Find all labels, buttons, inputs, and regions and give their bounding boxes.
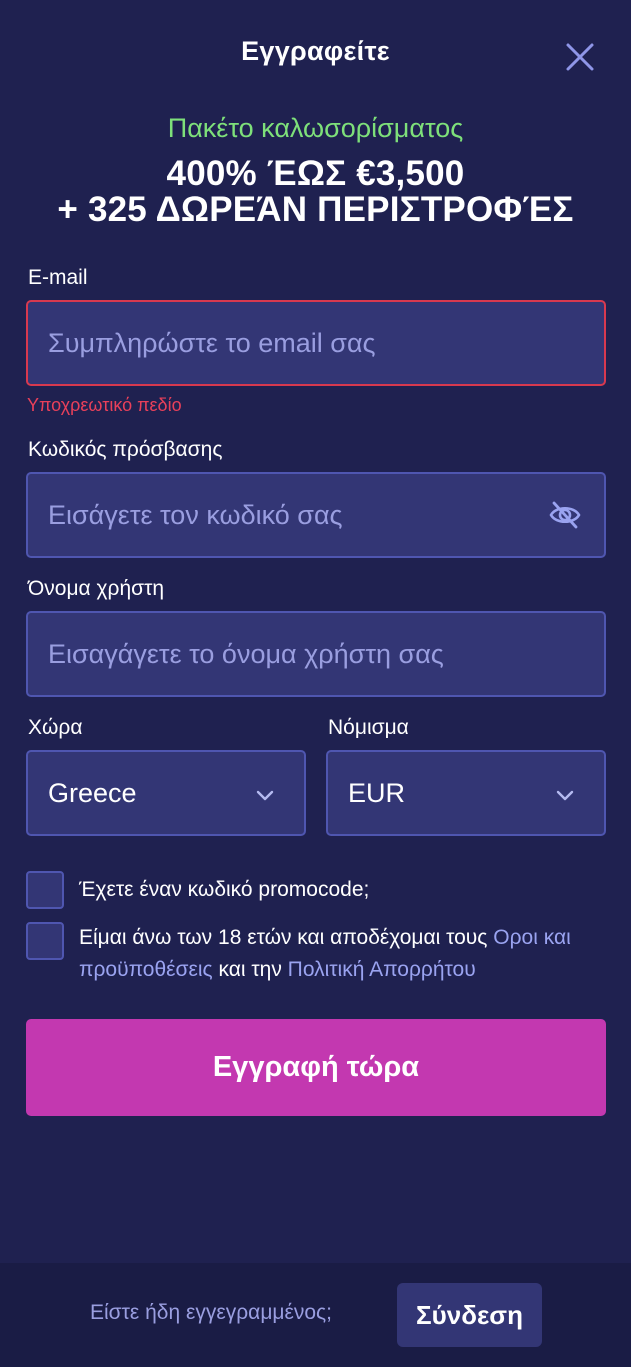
promo-headline: 400% ΈΩΣ €3,500 + 325 ΔΩΡΕΆΝ ΠΕΡΙΣΤΡΟΦΈΣ [0,156,631,228]
page-title: Εγγραφείτε [241,36,390,66]
email-label: E-mail [28,266,88,289]
terms-checkbox[interactable] [26,922,64,960]
currency-select[interactable]: EUR [326,750,606,836]
eye-off-icon[interactable] [548,498,582,532]
email-error-text: Υποχρεωτικό πεδίο [27,395,182,415]
chevron-down-icon [556,790,574,801]
login-button[interactable]: Σύνδεση [397,1283,542,1347]
register-now-button[interactable]: Εγγραφή τώρα [26,1019,606,1116]
username-field[interactable]: Εισαγάγετε το όνομα χρήστη σας [26,611,606,697]
email-field[interactable]: Συμπληρώστε το email σας [26,300,606,386]
country-value: Greece [48,777,137,808]
terms-text-part-2: και την [212,958,288,981]
promocode-label: Έχετε έναν κωδικό promocode; [79,878,370,901]
promo-line-1: 400% ΈΩΣ €3,500 [166,154,465,193]
terms-text: Είμαι άνω των 18 ετών και αποδέχομαι του… [79,922,599,986]
welcome-package-label: Πακέτο καλωσορίσματος [167,113,464,143]
password-field[interactable]: Εισάγετε τον κωδικό σας [26,472,606,558]
email-placeholder: Συμπληρώστε το email σας [48,327,376,358]
password-placeholder: Εισάγετε τον κωδικό σας [48,499,343,530]
chevron-down-icon [256,790,274,801]
promocode-checkbox[interactable] [26,871,64,909]
promo-line-2: + 325 ΔΩΡΕΆΝ ΠΕΡΙΣΤΡΟΦΈΣ [57,190,574,229]
password-label: Κωδικός πρόσβασης [28,438,223,461]
privacy-policy-link[interactable]: Πολιτική Απορρήτου [288,958,476,981]
currency-value: EUR [348,777,406,808]
username-label: Όνομα χρήστη [28,577,165,600]
already-registered-text: Είστε ήδη εγγεγραμμένος; [90,1301,333,1324]
terms-text-part-1: Είμαι άνω των 18 ετών και αποδέχομαι του… [79,926,494,949]
currency-label: Νόμισμα [328,716,409,739]
username-placeholder: Εισαγάγετε το όνομα χρήστη σας [48,638,444,669]
footer-bar: Είστε ήδη εγγεγραμμένος; Σύνδεση [0,1263,631,1367]
country-label: Χώρα [28,716,83,739]
country-select[interactable]: Greece [26,750,306,836]
close-icon[interactable] [563,40,597,74]
